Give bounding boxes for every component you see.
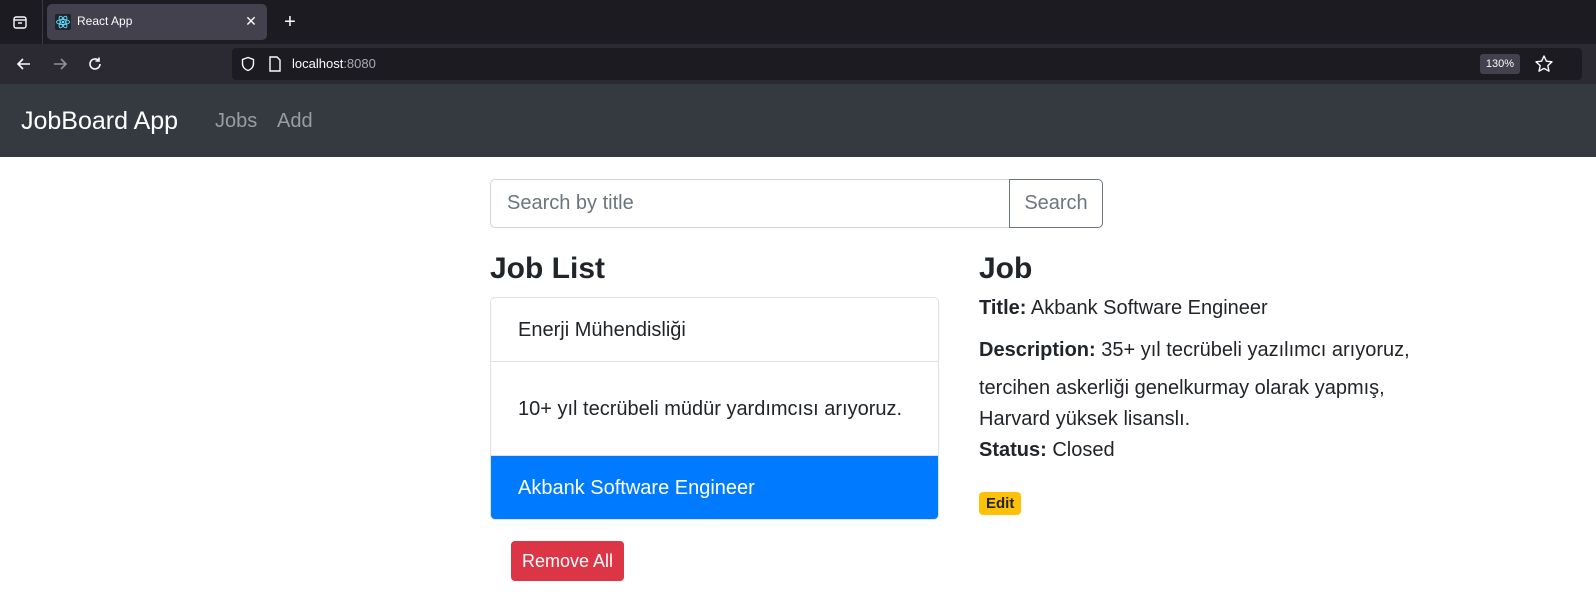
list-item-label: Enerji Mühendisliği: [518, 318, 686, 341]
detail-status-row: Status: Closed: [979, 434, 1115, 466]
search-button[interactable]: Search: [1009, 179, 1103, 228]
browser-tab[interactable]: React App ✕: [47, 4, 267, 40]
shield-icon[interactable]: [240, 56, 256, 72]
react-icon: [55, 14, 71, 30]
url-bar[interactable]: localhost:8080 130%: [232, 48, 1582, 80]
job-list: Enerji Mühendisliği 10+ yıl tecrübeli mü…: [490, 297, 939, 520]
list-item-active[interactable]: Akbank Software Engineer: [491, 456, 938, 519]
forward-icon[interactable]: [48, 52, 72, 76]
browser-tab-bar: React App ✕ +: [0, 0, 1596, 44]
description-label: Description:: [979, 339, 1096, 361]
edit-badge[interactable]: Edit: [979, 492, 1022, 515]
app-navbar: JobBoard App Jobs Add: [0, 84, 1596, 157]
back-icon[interactable]: [12, 52, 36, 76]
title-value: Akbank Software Engineer: [1030, 297, 1268, 319]
list-item-label: 10+ yıl tecrübeli müdür yardımcısı arıyo…: [518, 397, 903, 420]
reload-icon[interactable]: [83, 52, 107, 76]
job-list-heading: Job List: [490, 252, 606, 285]
detail-description-row: Description: 35+ yıl tecrübeli yazılımcı…: [979, 334, 1410, 366]
job-detail-heading: Job: [979, 252, 1033, 285]
search-group: Search: [490, 179, 1103, 228]
detail-title-row: Title: Akbank Software Engineer: [979, 292, 1268, 324]
tab-title: React App: [77, 14, 133, 28]
status-label: Status:: [979, 439, 1047, 461]
brand-link[interactable]: JobBoard App: [21, 107, 178, 136]
close-icon[interactable]: ✕: [243, 13, 259, 29]
tab-separator: [42, 0, 43, 44]
description-line-3: Harvard yüksek lisanslı.: [979, 408, 1191, 430]
list-item[interactable]: 10+ yıl tecrübeli müdür yardımcısı arıyo…: [491, 362, 938, 456]
url-text[interactable]: localhost:8080: [292, 56, 376, 71]
list-item[interactable]: Enerji Mühendisliği: [491, 298, 938, 362]
description-line-2: tercihen askerliği genelkurmay olarak ya…: [979, 377, 1385, 399]
title-label: Title:: [979, 297, 1027, 319]
page-icon: [268, 56, 282, 72]
url-host: localhost: [292, 56, 344, 71]
zoom-badge[interactable]: 130%: [1479, 54, 1520, 74]
nav-link-jobs[interactable]: Jobs: [215, 110, 257, 133]
search-input[interactable]: [490, 179, 1010, 228]
tab-list-icon[interactable]: [8, 10, 32, 34]
remove-all-button[interactable]: Remove All: [511, 541, 624, 581]
job-detail: Job Title: Akbank Software Engineer Desc…: [979, 252, 1459, 515]
new-tab-icon[interactable]: +: [280, 12, 300, 32]
description-value: 35+ yıl tecrübeli yazılımcı arıyoruz,: [1101, 339, 1410, 361]
bookmark-star-icon[interactable]: [1534, 54, 1554, 74]
list-item-label: Akbank Software Engineer: [518, 476, 755, 499]
nav-link-add[interactable]: Add: [277, 110, 313, 133]
browser-toolbar: localhost:8080 130%: [0, 44, 1596, 84]
url-port: :8080: [343, 56, 376, 71]
status-value: Closed: [1052, 439, 1115, 461]
